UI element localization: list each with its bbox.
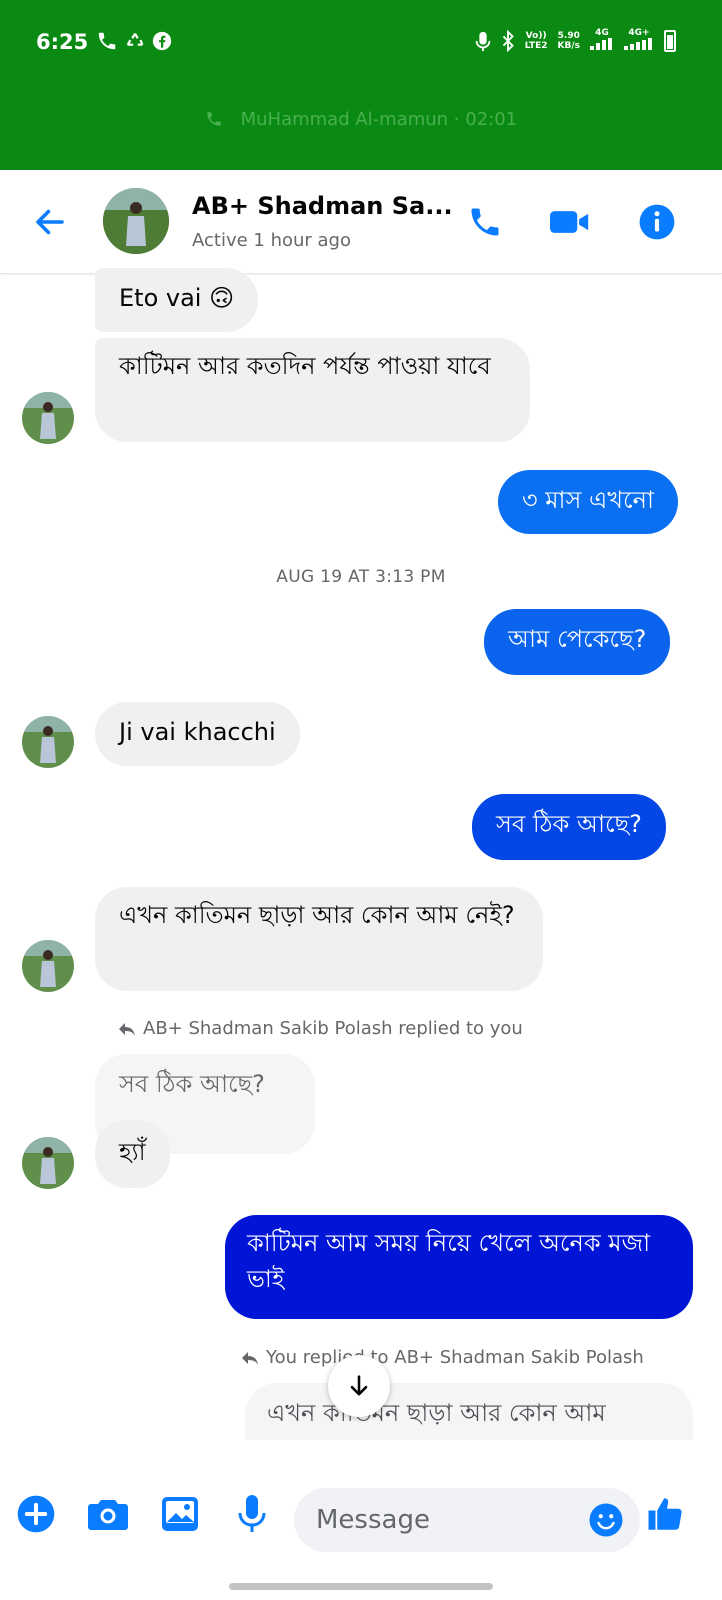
phone-icon	[207, 112, 221, 126]
speed-value: 5.90	[557, 30, 580, 41]
message-outgoing[interactable]: ৩ মাস এখনো	[498, 470, 678, 534]
ongoing-call-banner[interactable]: MuHammad Al-mamun · 02:01	[0, 108, 722, 130]
avatar-photo	[22, 392, 74, 444]
message-incoming[interactable]: এখন কাতিমন ছাড়া আর কোন আম নেই?	[95, 887, 543, 991]
status-bar: 6:25 Vo)) LTE2 5.90 KB/s 4G 4G+ MuHammad A…	[0, 0, 722, 170]
image-icon	[162, 1497, 198, 1531]
message-incoming[interactable]: কাটিমন আর কতদিন পর্যন্ত পাওয়া যাবে	[95, 338, 530, 442]
like-button[interactable]	[644, 1492, 688, 1536]
reply-note-text: You replied to AB+ Shadman Sakib Polash	[266, 1347, 644, 1368]
phone-icon	[471, 208, 499, 236]
contact-avatar-small[interactable]	[22, 1137, 74, 1189]
info-icon	[639, 204, 675, 240]
message-incoming[interactable]: Ji vai khacchi	[95, 702, 300, 766]
thumbs-up-icon	[648, 1498, 682, 1530]
more-actions-button[interactable]	[14, 1492, 58, 1536]
reply-icon	[119, 1023, 135, 1036]
arrow-down-icon	[350, 1375, 368, 1396]
gallery-button[interactable]	[158, 1492, 202, 1536]
avatar-photo	[103, 188, 169, 254]
contact-avatar[interactable]	[103, 188, 169, 254]
reply-note-text: AB+ Shadman Sakib Polash replied to you	[143, 1018, 523, 1039]
status-time: 6:25	[36, 30, 89, 54]
voice-message-button[interactable]	[230, 1492, 274, 1536]
video-call-button[interactable]	[550, 202, 590, 242]
arrow-left-icon	[36, 209, 64, 235]
reply-note: You replied to AB+ Shadman Sakib Polash	[240, 1347, 644, 1368]
signal-icon	[590, 38, 612, 50]
message-input[interactable]: Message	[294, 1488, 640, 1552]
info-button[interactable]	[637, 202, 677, 242]
microphone-icon	[475, 31, 491, 51]
camera-icon	[88, 1500, 128, 1530]
message-incoming[interactable]: হ্যাঁ	[95, 1120, 170, 1188]
network-label-2: 4G+	[628, 28, 650, 38]
message-outgoing[interactable]: আম পেকেছে?	[484, 609, 671, 675]
speed-unit: KB/s	[557, 40, 580, 51]
contact-avatar-small[interactable]	[22, 940, 74, 992]
camera-button[interactable]	[86, 1492, 130, 1536]
quoted-message[interactable]: এখন কাতিমন ছাড়া আর কোন আম	[245, 1383, 693, 1441]
contact-avatar-small[interactable]	[22, 392, 74, 444]
contact-avatar-small[interactable]	[22, 716, 74, 768]
call-banner-text: MuHammad Al-mamun · 02:01	[240, 108, 518, 130]
contact-name[interactable]: AB+ Shadman Sa...	[192, 192, 453, 220]
battery-icon	[664, 29, 676, 52]
network-label-1: 4G	[595, 28, 609, 38]
timestamp: AUG 19 AT 3:13 PM	[276, 567, 446, 587]
microphone-icon	[238, 1495, 266, 1532]
message-placeholder: Message	[316, 1505, 430, 1535]
avatar-photo	[22, 1137, 74, 1189]
chat-header: AB+ Shadman Sa... Active 1 hour ago	[0, 170, 722, 274]
lte-label: LTE2	[524, 40, 548, 51]
bluetooth-icon	[502, 29, 514, 52]
plus-circle-icon	[17, 1495, 55, 1533]
message-outgoing[interactable]: কাটিমন আম সময় নিয়ে খেলে অনেক মজা ভাই	[225, 1215, 693, 1319]
recycle-icon	[126, 33, 144, 46]
phone-call-icon	[98, 32, 116, 50]
volte-label: Vo))	[525, 30, 547, 41]
avatar-photo	[22, 716, 74, 768]
facebook-icon	[152, 31, 172, 51]
message-composer: Message	[0, 1440, 722, 1600]
active-status: Active 1 hour ago	[192, 230, 351, 251]
signal-icon	[624, 38, 652, 50]
smiley-icon	[589, 1503, 623, 1537]
reply-note: AB+ Shadman Sakib Polash replied to you	[117, 1018, 523, 1039]
back-button[interactable]	[32, 204, 68, 240]
voice-call-button[interactable]	[465, 202, 505, 242]
scroll-to-bottom-button[interactable]	[328, 1355, 390, 1417]
message-outgoing[interactable]: সব ঠিক আছে?	[472, 794, 666, 860]
home-indicator[interactable]	[229, 1583, 493, 1590]
message-incoming[interactable]: Eto vai 🙃	[95, 268, 259, 332]
video-camera-icon	[550, 211, 589, 233]
emoji-button[interactable]	[588, 1502, 624, 1542]
avatar-photo	[22, 940, 74, 992]
reply-icon	[242, 1352, 258, 1365]
